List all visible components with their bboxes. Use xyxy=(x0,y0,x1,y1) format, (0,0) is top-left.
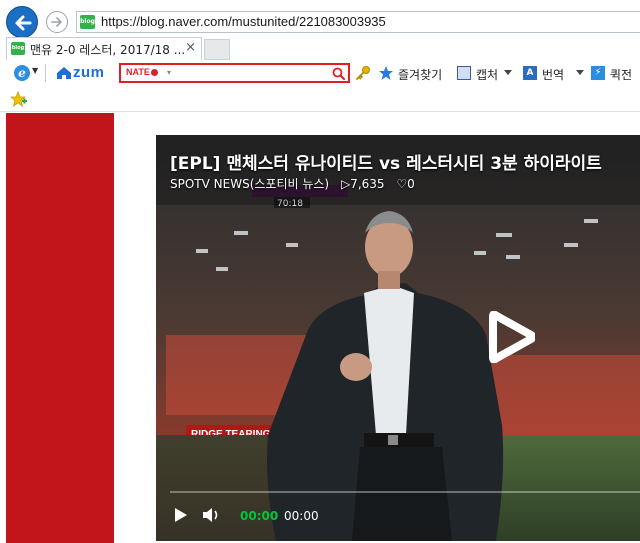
naver-blog-favicon-icon: blog xyxy=(80,15,95,29)
tab-close-icon[interactable]: × xyxy=(185,40,196,55)
video-meta: SPOTV NEWS(스포티비 뉴스) ▷7,635 ♡0 xyxy=(170,175,423,192)
quick-button[interactable]: 퀵전 xyxy=(610,66,632,83)
volume-icon[interactable] xyxy=(202,507,222,523)
favorites-star-icon[interactable] xyxy=(378,65,394,81)
video-title: [EPL] 맨체스터 유나이티드 vs 레스터시티 3분 하이라이트 xyxy=(170,154,602,174)
capture-caret-icon[interactable] xyxy=(504,70,512,75)
play-icon[interactable] xyxy=(174,507,188,523)
channel-name[interactable]: SPOTV NEWS(스포티비 뉴스) xyxy=(170,177,329,191)
video-frame: RIDGE TEARING YOU APA 70:18 xyxy=(156,135,640,541)
quick-icon[interactable]: ⚡ xyxy=(591,66,605,80)
duration: 00:00 xyxy=(284,509,319,523)
translate-icon[interactable]: A xyxy=(523,66,537,80)
tab-title: 맨유 2-0 레스터, 2017/18 ... xyxy=(30,43,186,57)
ie-home-icon[interactable]: e xyxy=(14,65,30,81)
translate-button[interactable]: 번역 xyxy=(542,66,564,83)
forward-arrow-icon xyxy=(51,17,63,27)
tab-bar: blog 맨유 2-0 레스터, 2017/18 ... × xyxy=(0,37,640,61)
tab-active[interactable]: blog 맨유 2-0 레스터, 2017/18 ... × xyxy=(6,37,202,60)
current-time: 00:00 xyxy=(240,509,279,523)
forward-button[interactable] xyxy=(46,11,68,33)
nate-logo: NATE xyxy=(126,67,158,77)
like-count[interactable]: ♡0 xyxy=(396,177,414,191)
back-arrow-icon xyxy=(15,15,32,31)
key-icon[interactable] xyxy=(355,65,371,81)
progress-bar[interactable] xyxy=(170,491,640,493)
ie-menu-caret-icon[interactable]: ▼ xyxy=(32,66,38,75)
capture-button[interactable]: 캡처 xyxy=(476,66,498,83)
nate-dropdown-caret-icon[interactable]: ▾ xyxy=(167,68,171,77)
address-field[interactable]: blog https://blog.naver.com/mustunited/2… xyxy=(76,11,640,33)
view-count: ▷7,635 xyxy=(340,177,385,191)
translate-caret-icon[interactable] xyxy=(576,70,584,75)
favorites-bar xyxy=(0,87,640,112)
url-text[interactable]: https://blog.naver.com/mustunited/221083… xyxy=(101,14,386,29)
search-icon[interactable] xyxy=(332,67,345,80)
tab-favicon-icon: blog xyxy=(11,42,25,55)
nate-search-input[interactable]: NATE ▾ xyxy=(119,63,350,83)
toolbar-divider xyxy=(45,64,46,82)
new-tab-button[interactable] xyxy=(204,39,230,60)
toolbar: e ▼ zum NATE ▾ 즐겨찾기 캡처 A 번역 ⚡ 퀵전 xyxy=(0,61,640,87)
zum-link[interactable]: zum xyxy=(73,64,105,81)
blog-page: RIDGE TEARING YOU APA 70:18 [EPL] 맨체스터 유… xyxy=(0,113,640,543)
blog-sidebar-banner xyxy=(6,113,114,543)
favorites-button[interactable]: 즐겨찾기 xyxy=(398,66,442,83)
capture-icon[interactable] xyxy=(457,66,471,80)
add-favorite-icon[interactable] xyxy=(10,91,27,107)
zum-home-icon[interactable] xyxy=(56,66,72,80)
big-play-icon[interactable] xyxy=(489,311,535,363)
back-button[interactable] xyxy=(6,6,38,38)
video-player[interactable]: RIDGE TEARING YOU APA 70:18 [EPL] 맨체스터 유… xyxy=(156,135,640,541)
address-bar-row: blog https://blog.naver.com/mustunited/2… xyxy=(0,0,640,40)
